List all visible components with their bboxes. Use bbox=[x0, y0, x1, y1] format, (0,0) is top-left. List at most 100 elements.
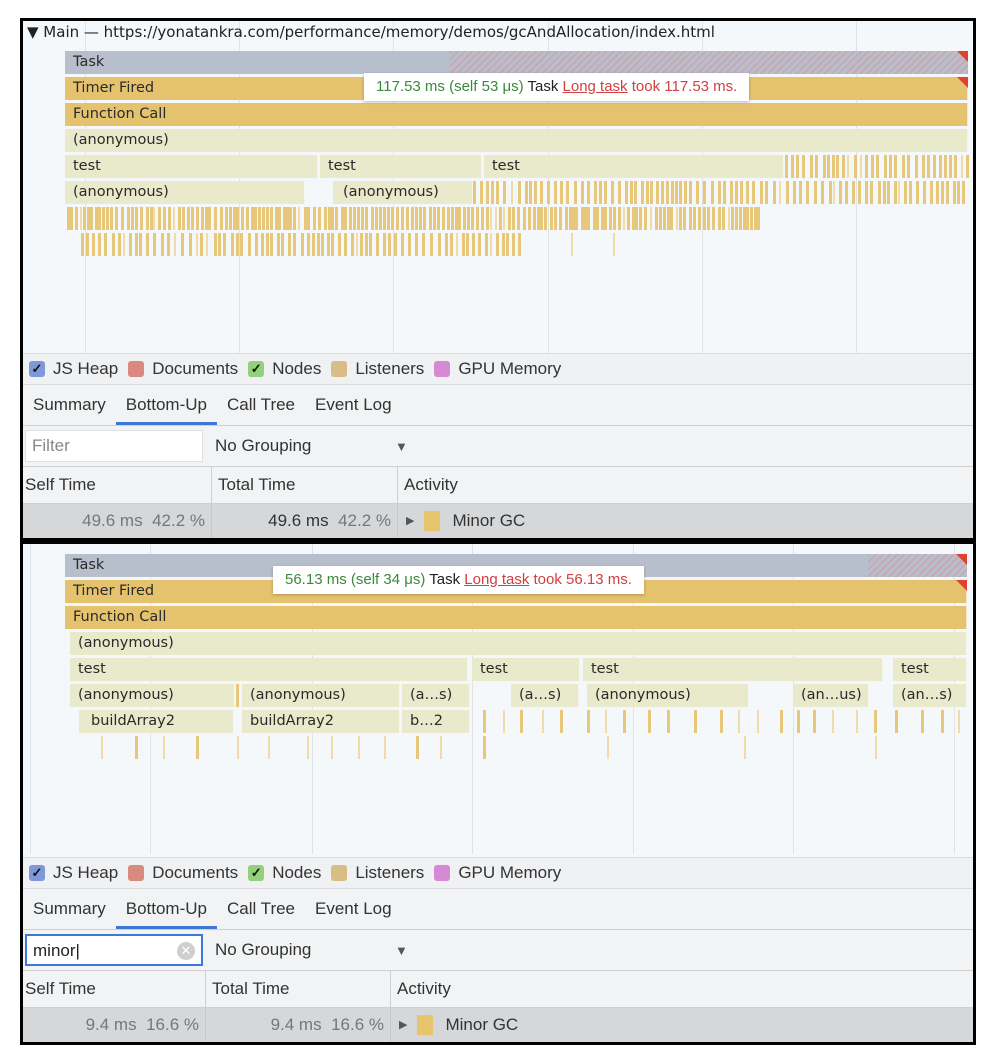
tab-summary[interactable]: Summary bbox=[23, 385, 116, 425]
column-activity[interactable]: Activity bbox=[391, 971, 973, 1007]
column-activity[interactable]: Activity bbox=[398, 467, 973, 503]
tab-summary[interactable]: Summary bbox=[23, 889, 116, 929]
flame-tick bbox=[361, 207, 364, 230]
flame-test[interactable]: test bbox=[893, 658, 967, 681]
flame-function-call[interactable]: Function Call bbox=[65, 103, 968, 126]
expand-arrow-icon[interactable]: ▶ bbox=[399, 1008, 407, 1042]
expand-arrow-icon[interactable]: ▶ bbox=[406, 504, 414, 538]
flame-tick bbox=[587, 181, 590, 204]
flame-anonymous[interactable]: (an…s) bbox=[893, 684, 967, 707]
dropdown-arrow-icon[interactable]: ▼ bbox=[395, 943, 408, 958]
flame-test[interactable]: test bbox=[472, 658, 580, 681]
tab-event-log[interactable]: Event Log bbox=[305, 889, 402, 929]
flame-tick bbox=[379, 207, 382, 230]
flame-anonymous[interactable]: (an…us) bbox=[793, 684, 869, 707]
column-total-time[interactable]: Total Time bbox=[212, 467, 398, 503]
filter-input[interactable]: Filter bbox=[25, 430, 203, 462]
flame-anonymous[interactable]: (anonymous) bbox=[242, 684, 400, 707]
main-track-title[interactable]: ▼ Main — https://yonatankra.com/performa… bbox=[27, 23, 715, 41]
flame-test[interactable]: test bbox=[70, 658, 468, 681]
flame-build-array[interactable]: buildArray2 bbox=[242, 710, 400, 733]
checkbox-checked-icon[interactable]: ✓ bbox=[248, 865, 265, 881]
flame-tick bbox=[528, 207, 531, 230]
tab-call-tree[interactable]: Call Tree bbox=[217, 385, 305, 425]
legend-item[interactable]: ✓ JS Heap bbox=[29, 359, 118, 379]
self-time-pct: 16.6 % bbox=[146, 1015, 199, 1034]
flame-tick bbox=[349, 207, 352, 230]
flame-anonymous[interactable]: (anonymous) bbox=[70, 684, 235, 707]
long-task-flag-icon bbox=[956, 580, 967, 591]
flame-tick bbox=[718, 181, 721, 204]
flame-build-array[interactable]: buildArray2 bbox=[79, 710, 234, 733]
legend-item[interactable]: ✓ JS Heap bbox=[29, 863, 118, 883]
table-row[interactable]: 9.4 ms 16.6 % 9.4 ms 16.6 % ▶ Minor GC bbox=[23, 1008, 973, 1042]
checkbox-checked-icon[interactable]: ✓ bbox=[248, 361, 265, 377]
flame-tick bbox=[196, 207, 199, 230]
self-time-pct: 42.2 % bbox=[152, 511, 205, 530]
flame-test[interactable]: test bbox=[320, 155, 482, 178]
flame-anonymous[interactable]: (a…s) bbox=[402, 684, 470, 707]
legend-item[interactable]: GPU Memory bbox=[434, 863, 561, 883]
flame-anonymous[interactable]: (anonymous) bbox=[70, 632, 967, 655]
legend-item[interactable]: Documents bbox=[128, 863, 238, 883]
legend-item[interactable]: Listeners bbox=[331, 863, 424, 883]
legend-item[interactable]: GPU Memory bbox=[434, 359, 561, 379]
flame-anonymous[interactable]: (anonymous) bbox=[333, 181, 473, 204]
flame-test[interactable]: test bbox=[484, 155, 784, 178]
flame-tick bbox=[723, 181, 726, 204]
legend-item[interactable]: Documents bbox=[128, 359, 238, 379]
checkbox-icon[interactable] bbox=[331, 361, 348, 377]
tab-event-log[interactable]: Event Log bbox=[305, 385, 402, 425]
checkbox-checked-icon[interactable]: ✓ bbox=[29, 865, 45, 881]
flame-anonymous[interactable]: (anonymous) bbox=[65, 181, 305, 204]
long-task-link[interactable]: Long task bbox=[464, 571, 529, 588]
checkbox-icon[interactable] bbox=[331, 865, 348, 881]
grouping-select[interactable]: No Grouping bbox=[215, 436, 395, 456]
legend-item[interactable]: ✓ Nodes bbox=[248, 359, 321, 379]
flame-tick bbox=[324, 207, 327, 230]
clear-filter-icon[interactable]: ✕ bbox=[177, 942, 195, 960]
flame-tick bbox=[780, 710, 783, 733]
checkbox-icon[interactable] bbox=[128, 361, 145, 377]
flame-function-call[interactable]: Function Call bbox=[65, 606, 967, 629]
legend-item[interactable]: ✓ Nodes bbox=[248, 863, 321, 883]
column-total-time[interactable]: Total Time bbox=[206, 971, 391, 1007]
flame-test[interactable]: test bbox=[65, 155, 318, 178]
legend-item[interactable]: Listeners bbox=[331, 359, 424, 379]
tooltip-warning: took 117.53 ms. bbox=[631, 78, 738, 95]
tab-bottom-up[interactable]: Bottom-Up bbox=[115, 385, 218, 425]
flame-tick bbox=[832, 155, 835, 178]
column-self-time[interactable]: Self Time bbox=[23, 971, 206, 1007]
grouping-select[interactable]: No Grouping bbox=[215, 940, 395, 960]
column-self-time[interactable]: Self Time bbox=[23, 467, 212, 503]
table-row[interactable]: 49.6 ms 42.2 % 49.6 ms 42.2 % ▶ Minor GC bbox=[23, 504, 973, 538]
flame-tick bbox=[456, 233, 458, 256]
flame-build-array[interactable]: b…2 bbox=[402, 710, 470, 733]
flame-tick bbox=[429, 207, 432, 230]
checkbox-icon[interactable] bbox=[434, 361, 451, 377]
flame-tick bbox=[946, 181, 949, 204]
flame-anonymous[interactable]: (a…s) bbox=[511, 684, 579, 707]
flame-tick bbox=[731, 207, 734, 230]
flame-tick bbox=[254, 207, 257, 230]
tooltip-warning: took 56.13 ms. bbox=[533, 571, 632, 588]
flame-anonymous[interactable]: (anonymous) bbox=[65, 129, 968, 152]
flame-tick bbox=[101, 736, 103, 759]
flame-tick bbox=[746, 181, 749, 204]
tab-call-tree[interactable]: Call Tree bbox=[217, 889, 305, 929]
details-toolbar: Filter No Grouping ▼ bbox=[23, 426, 973, 467]
checkbox-icon[interactable] bbox=[128, 865, 145, 881]
flame-tick bbox=[815, 155, 818, 178]
legend-label: GPU Memory bbox=[458, 359, 562, 378]
long-task-link[interactable]: Long task bbox=[563, 78, 628, 95]
flame-tick bbox=[335, 207, 338, 230]
flame-test[interactable]: test bbox=[583, 658, 883, 681]
checkbox-icon[interactable] bbox=[434, 865, 451, 881]
dropdown-arrow-icon[interactable]: ▼ bbox=[395, 439, 408, 454]
flame-chart[interactable]: ▼ Main — https://yonatankra.com/performa… bbox=[23, 21, 973, 353]
filter-input[interactable]: minor| ✕ bbox=[25, 934, 203, 966]
flame-tick bbox=[927, 155, 930, 178]
checkbox-checked-icon[interactable]: ✓ bbox=[29, 361, 45, 377]
tab-bottom-up[interactable]: Bottom-Up bbox=[115, 889, 218, 929]
flame-anonymous[interactable]: (anonymous) bbox=[587, 684, 749, 707]
